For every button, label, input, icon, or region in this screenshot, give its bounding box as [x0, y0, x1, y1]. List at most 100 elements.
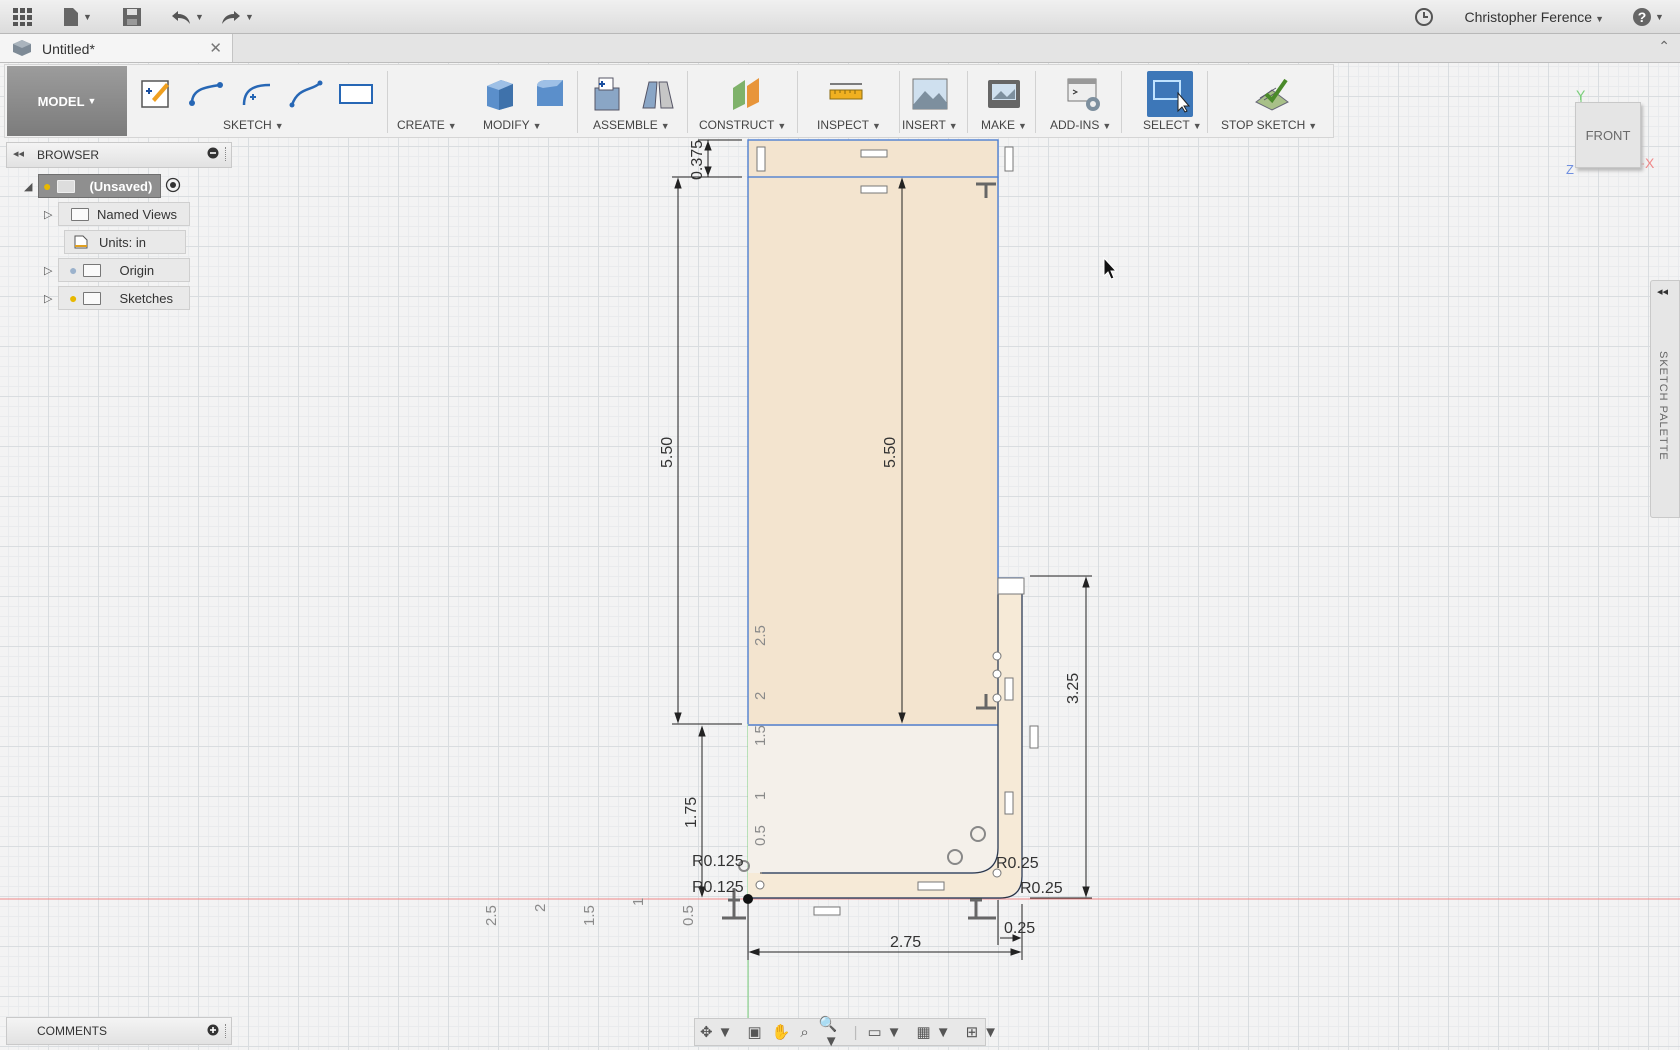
dim-thickness[interactable]: 0.25 [1004, 920, 1035, 937]
assemble-menu[interactable]: ASSEMBLE ▼ [593, 118, 670, 132]
make-menu[interactable]: MAKE ▼ [981, 118, 1027, 132]
app-grid-icon[interactable] [12, 6, 34, 28]
new-component-icon[interactable] [587, 75, 629, 113]
root-label: (Unsaved) [89, 178, 153, 194]
dim-radius-inner-right[interactable]: R0.25 [996, 855, 1039, 872]
fillet-icon[interactable] [529, 75, 571, 113]
toolbar-separator [899, 71, 900, 133]
navbar-separator: | [853, 1023, 858, 1041]
visibility-bulb-icon[interactable]: ● [43, 178, 51, 194]
ruler-v-label: 1 [752, 792, 769, 800]
sketch-palette-panel[interactable]: ◂◂ SKETCH PALETTE [1650, 280, 1680, 518]
visibility-bulb-icon[interactable]: ● [69, 290, 77, 306]
browser-item-units[interactable]: Units: in [64, 230, 186, 254]
browser-item-named-views[interactable]: ▷ Named Views [44, 202, 190, 226]
modify-menu-label: MODIFY [483, 118, 530, 132]
navigation-bar: ✥ ▼ ▣ ✋ ⌕ 🔍▼ | ▭ ▼ ▦ ▼ ⊞ ▼ [694, 1016, 998, 1050]
dim-top-height[interactable]: 0.375 [689, 140, 706, 180]
expand-sketches-icon[interactable]: ▷ [44, 292, 58, 305]
dim-right-height[interactable]: 3.25 [1065, 673, 1082, 704]
make-3d-print-icon[interactable] [983, 75, 1025, 113]
dim-radius-outer-right[interactable]: R0.25 [1020, 880, 1063, 897]
modify-menu[interactable]: MODIFY ▼ [483, 118, 542, 132]
browser-item-sketches[interactable]: ▷ ● Sketches [44, 286, 190, 310]
expand-origin-icon[interactable]: ▷ [44, 264, 58, 277]
select-tool-icon[interactable] [1147, 71, 1193, 117]
activate-component-icon[interactable] [165, 177, 181, 196]
addins-menu[interactable]: ADD-INS ▼ [1050, 118, 1111, 132]
collapse-toolbar-icon[interactable]: ⌃ [1658, 38, 1670, 55]
viewports-icon[interactable]: ⊞ ▼ [966, 1023, 1003, 1041]
assemble-menu-label: ASSEMBLE [593, 118, 658, 132]
inspect-menu-label: INSPECT [817, 118, 870, 132]
viewcube-front-face[interactable]: FRONT [1575, 102, 1641, 168]
comments-drag-handle[interactable] [225, 1024, 228, 1038]
spline-tool-icon[interactable] [285, 75, 327, 113]
inspect-menu[interactable]: INSPECT ▼ [817, 118, 881, 132]
dim-inner-height[interactable]: 5.50 [882, 437, 899, 468]
measure-icon[interactable] [825, 75, 867, 113]
constraint-glyphs [755, 146, 1039, 916]
origin-label: Origin [119, 262, 155, 278]
file-menu-icon[interactable]: ▼ [62, 6, 92, 28]
browser-drag-handle[interactable] [225, 147, 228, 161]
stop-sketch-menu[interactable]: STOP SKETCH ▼ [1221, 118, 1317, 132]
ruler-h-label: 0.5 [680, 905, 697, 926]
stop-sketch-icon[interactable] [1251, 75, 1293, 113]
expand-root-icon[interactable]: ◢ [24, 180, 38, 193]
expand-named-views-icon[interactable]: ▷ [44, 208, 58, 221]
construct-menu[interactable]: CONSTRUCT ▼ [699, 118, 786, 132]
create-menu[interactable]: CREATE ▼ [397, 118, 457, 132]
save-icon[interactable] [122, 6, 142, 28]
workspace-switcher-button[interactable]: MODEL ▼ [7, 66, 127, 136]
redo-icon[interactable]: ▼ [220, 6, 254, 28]
toolbar-separator [687, 71, 688, 133]
browser-item-origin[interactable]: ▷ ● Origin [44, 258, 190, 282]
visibility-bulb-off-icon[interactable]: ● [69, 262, 77, 278]
browser-panel-header[interactable]: ◂◂ BROWSER [6, 142, 232, 168]
viewcube-face-label: FRONT [1585, 127, 1631, 143]
dim-radius-left-a[interactable]: R0.125 [692, 853, 744, 870]
sketch-origin-point [743, 894, 753, 904]
display-settings-icon[interactable]: ▭ ▼ [867, 1023, 906, 1041]
extrude-icon[interactable] [479, 75, 521, 113]
viewcube-axis-z: Z [1566, 162, 1574, 177]
insert-image-icon[interactable] [909, 75, 951, 113]
zoom-icon[interactable]: ⌕ [800, 1024, 808, 1041]
user-account-menu[interactable]: Christopher Ference ▼ [1464, 9, 1604, 25]
add-comment-icon[interactable] [207, 1024, 219, 1039]
line-tool-icon[interactable] [185, 75, 227, 113]
job-status-clock-icon[interactable] [1414, 6, 1434, 28]
toolbar: MODEL ▼ SKETCH ▼ CREATE ▼ MODIFY ▼ ASSEMBLE ▼… [4, 64, 1334, 138]
help-icon[interactable]: ? ▼ [1632, 6, 1664, 28]
dim-lower-height[interactable]: 1.75 [683, 797, 700, 828]
collapse-browser-icon[interactable]: ◂◂ [13, 147, 24, 160]
insert-menu[interactable]: INSERT ▼ [902, 118, 958, 132]
create-menu-label: CREATE [397, 118, 445, 132]
browser-minimize-icon[interactable] [207, 147, 219, 162]
rectangle-tool-icon[interactable] [335, 75, 377, 113]
sketch-menu[interactable]: SKETCH ▼ [223, 118, 284, 132]
dim-radius-left-b[interactable]: R0.125 [692, 879, 744, 896]
orbit-icon[interactable]: ✥ ▼ [700, 1023, 737, 1041]
grid-settings-icon[interactable]: ▦ ▼ [917, 1023, 956, 1041]
viewcube-axis-y: Y [1576, 87, 1586, 103]
comments-panel-header[interactable]: COMMENTS [6, 1017, 232, 1045]
pan-hand-icon[interactable]: ✋ [772, 1023, 791, 1041]
undo-icon[interactable]: ▼ [170, 6, 204, 28]
joint-icon[interactable] [637, 75, 679, 113]
dim-left-height[interactable]: 5.50 [659, 437, 676, 468]
document-tab[interactable]: Untitled* ✕ [0, 34, 233, 62]
create-sketch-icon[interactable] [135, 75, 177, 113]
look-at-icon[interactable]: ▣ [747, 1023, 761, 1041]
close-tab-icon[interactable]: ✕ [209, 39, 222, 57]
dim-width[interactable]: 2.75 [890, 934, 921, 951]
fit-zoom-icon[interactable]: 🔍▼ [819, 1015, 844, 1050]
select-menu[interactable]: SELECT ▼ [1143, 118, 1202, 132]
browser-root-item[interactable]: ◢ ● (Unsaved) [24, 174, 181, 198]
make-menu-label: MAKE [981, 118, 1016, 132]
offset-plane-icon[interactable] [725, 75, 767, 113]
arc-tool-icon[interactable] [235, 75, 277, 113]
expand-palette-icon[interactable]: ◂◂ [1657, 285, 1668, 298]
scripts-addins-icon[interactable] [1063, 75, 1105, 113]
